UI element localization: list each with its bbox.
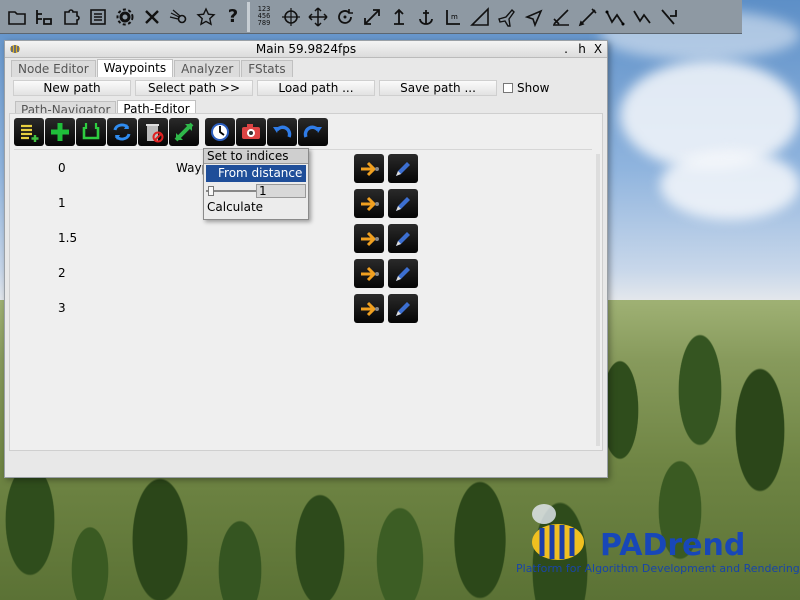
redo-icon[interactable] [298,118,328,146]
show-checkbox-label: Show [517,80,550,95]
waypoint-index: 1 [58,196,66,210]
main-tab-bar: Node Editor Waypoints Analyzer FStats [5,59,607,77]
distance-slider-row: 1 [204,183,308,199]
curve-icon[interactable] [629,4,655,30]
measure-icon[interactable]: m [440,4,466,30]
edit-waypoint-icon[interactable] [388,224,418,253]
path-editor-toolbar [10,114,602,146]
window-dot-button[interactable]: . [561,41,571,58]
camera-icon[interactable] [236,118,266,146]
pen-icon[interactable] [575,4,601,30]
folder-icon[interactable] [4,4,30,30]
show-checkbox-box[interactable] [503,82,513,93]
loop-icon[interactable] [76,118,106,146]
gear-icon[interactable] [112,4,138,30]
target-icon[interactable] [278,4,304,30]
brush-icon[interactable] [548,4,574,30]
path-actions: New path Select path >> Load path ... Sa… [5,77,607,96]
comet-icon[interactable] [166,4,192,30]
select-path-button[interactable]: Select path >> [135,79,253,96]
delete-icon[interactable] [138,118,168,146]
waypoint-index: 1.5 [58,231,78,245]
cloud [660,150,800,220]
waypoint-index: 3 [58,301,66,315]
window-close-button[interactable]: X [593,41,603,58]
from-distance-item[interactable]: From distance [206,165,306,182]
undo-icon[interactable] [267,118,297,146]
save-path-button[interactable]: Save path ... [379,79,497,96]
scale-icon[interactable] [359,4,385,30]
tab-analyzer[interactable]: Analyzer [174,60,241,77]
svg-text:m: m [451,13,458,21]
tab-waypoints[interactable]: Waypoints [96,59,174,77]
goto-waypoint-icon[interactable] [354,189,384,218]
edit-waypoint-icon[interactable] [388,259,418,288]
tree-icon[interactable] [31,4,57,30]
add-icon[interactable] [45,118,75,146]
window-titlebar[interactable]: Main 59.9824fps . h X [5,41,607,58]
move-icon[interactable] [305,4,331,30]
triangle-select-icon[interactable] [467,4,493,30]
toolbar-separator [247,1,250,32]
waypoint-name: Waypoint [176,161,206,175]
logo-text: PADrend [600,528,746,563]
waypoint-row: 2 [10,257,602,289]
node-walk-icon[interactable] [656,4,682,30]
popup-header: Set to indices [204,149,308,164]
edit-waypoint-icon[interactable] [388,154,418,183]
rotate-icon[interactable] [332,4,358,30]
waypoint-row: 3 [10,292,602,324]
waypoint-index: 2 [58,266,66,280]
tools-icon[interactable] [139,4,165,30]
top-toolbar: ? 123 456 789 m [0,0,742,34]
distance-slider[interactable] [206,185,256,197]
window-hide-button[interactable]: h [577,41,587,58]
refresh-icon[interactable] [107,118,137,146]
list-icon[interactable] [85,4,111,30]
show-checkbox[interactable]: Show [503,81,549,95]
distance-value-field[interactable]: 1 [256,184,306,198]
load-path-button[interactable]: Load path ... [257,79,375,96]
expand-icon[interactable] [169,118,199,146]
main-window: Main 59.9824fps . h X Node Editor Waypoi… [4,40,608,478]
waypoint-index: 0 [58,161,66,175]
app-logo-icon [10,45,20,53]
goto-waypoint-icon[interactable] [354,294,384,323]
waypoints-panel: New path Select path >> Load path ... Sa… [5,77,607,118]
padrend-logo: PADrend Platform for Algorithm Developme… [516,502,800,582]
bee-logo-icon [532,504,584,560]
edit-waypoint-icon[interactable] [388,294,418,323]
waypoint-row: 1.5 [10,222,602,254]
cursor-icon[interactable] [521,4,547,30]
path-icon[interactable] [602,4,628,30]
slider-knob[interactable] [208,186,214,196]
goto-waypoint-icon[interactable] [354,259,384,288]
window-title: Main 59.9824fps [255,42,357,56]
anchor-up-icon[interactable] [386,4,412,30]
clock-icon[interactable] [205,118,235,146]
plane-icon[interactable] [494,4,520,30]
help-icon[interactable]: ? [220,4,246,30]
tab-fstats[interactable]: FStats [241,60,293,77]
star-icon[interactable] [193,4,219,30]
puzzle-icon[interactable] [58,4,84,30]
numbers-icon[interactable]: 123 456 789 [251,4,277,30]
set-to-indices-popup: Set to indices From distance 1 Calculate [203,148,309,220]
calculate-button[interactable]: Calculate [204,199,308,215]
new-path-button[interactable]: New path [13,79,131,96]
goto-waypoint-icon[interactable] [354,154,384,183]
goto-waypoint-icon[interactable] [354,224,384,253]
scrollbar[interactable] [596,154,600,446]
logo-tagline: Platform for Algorithm Development and R… [516,562,800,575]
edit-waypoint-icon[interactable] [388,189,418,218]
tab-node-editor[interactable]: Node Editor [11,60,96,77]
add-list-icon[interactable] [14,118,44,146]
anchor-icon[interactable] [413,4,439,30]
